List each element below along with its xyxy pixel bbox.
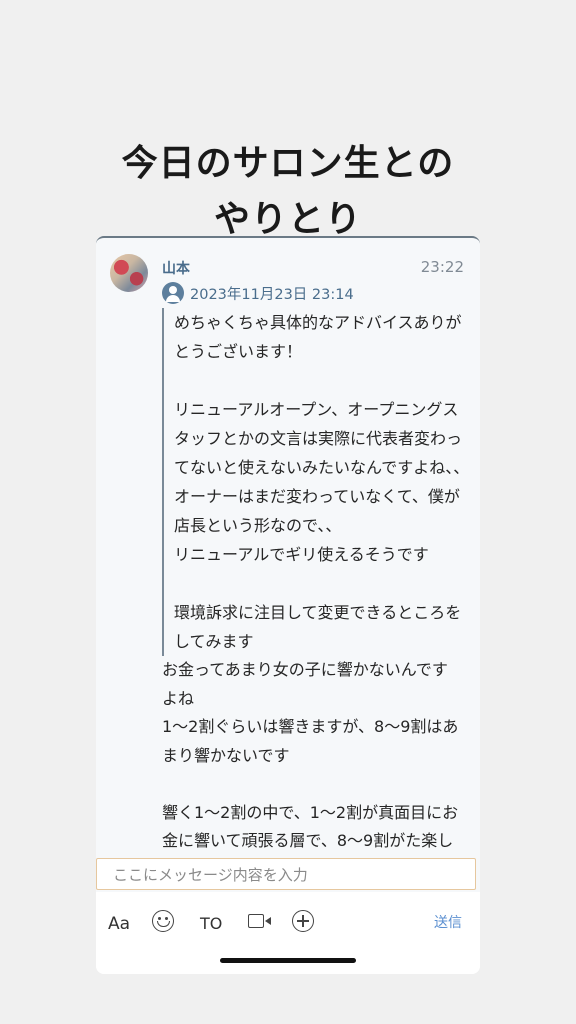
send-button[interactable]: 送信 — [434, 912, 462, 932]
avatar[interactable] — [110, 254, 148, 292]
add-icon[interactable] — [292, 910, 314, 932]
text-format-button[interactable]: Aa — [108, 914, 130, 934]
page-title: 今日のサロン生との やりとり — [0, 136, 576, 248]
home-indicator[interactable] — [220, 958, 356, 963]
title-line-1: 今日のサロン生との — [121, 143, 455, 184]
message-input[interactable]: ここにメッセージ内容を入力 — [96, 858, 476, 890]
sender-name[interactable]: 山本 — [162, 258, 190, 278]
composer-toolbar: Aa TO 送信 — [96, 904, 480, 944]
chat-card: 山本 23:22 2023年11月23日 23:14 めちゃくちゃ具体的なアドバ… — [96, 236, 480, 974]
user-icon — [162, 282, 184, 304]
video-icon[interactable] — [248, 914, 271, 928]
emoji-icon[interactable] — [152, 910, 174, 932]
to-button[interactable]: TO — [200, 914, 222, 933]
message-time: 23:22 — [420, 258, 464, 276]
quoted-message: めちゃくちゃ具体的なアドバイスありがとうございます！ リニューアルオープン、オー… — [162, 308, 474, 656]
quote-header: 2023年11月23日 23:14 — [162, 282, 354, 304]
quote-datetime: 2023年11月23日 23:14 — [190, 286, 354, 303]
message-body: お金ってあまり女の子に響かないんですよね 1〜2割ぐらいは響きますが、8〜9割は… — [162, 660, 459, 850]
